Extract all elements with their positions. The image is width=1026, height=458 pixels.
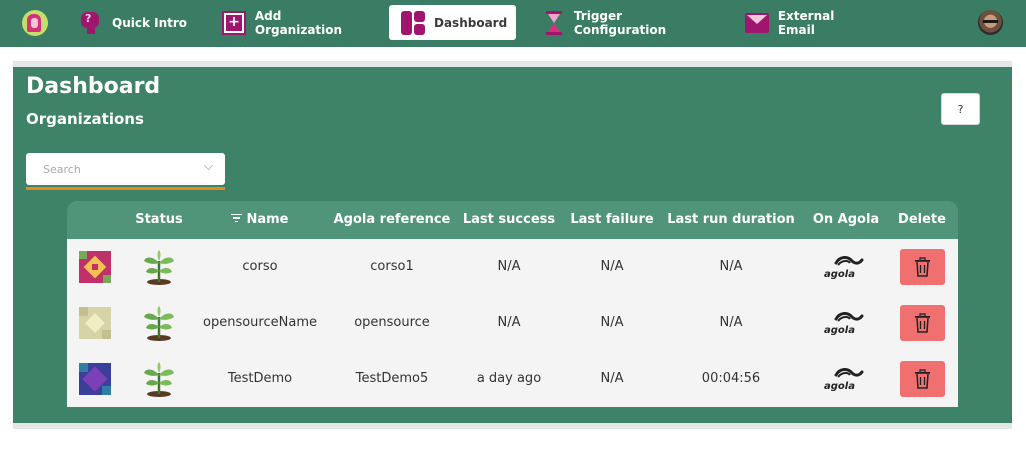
cell-last-failure: N/A [600, 315, 624, 330]
email-icon [745, 11, 769, 35]
header-agola-reference: Agola reference [333, 212, 451, 227]
nav-trigger-configuration[interactable]: Trigger Configuration [542, 5, 712, 40]
user-avatar[interactable] [978, 10, 1003, 35]
table-header: Status Name Agola reference Last success… [67, 201, 958, 239]
header-name[interactable]: Name [191, 201, 329, 239]
nav-external-email-label: External Email [777, 8, 835, 37]
svg-text:agola: agola [824, 325, 855, 335]
header-avatar [67, 201, 127, 239]
search-underline [26, 187, 225, 190]
header-delete: Delete [898, 212, 946, 227]
organization-avatar [79, 251, 111, 283]
search-dropdown[interactable]: Search [26, 153, 225, 190]
organization-avatar [79, 307, 111, 339]
delete-button[interactable] [900, 305, 945, 341]
table-row[interactable]: TestDemo TestDemo5 a day ago N/A 00:04:5… [67, 351, 958, 407]
cell-last-run-duration: 00:04:56 [701, 371, 761, 386]
svg-text:agola: agola [824, 269, 855, 279]
header-last-success: Last success [462, 212, 556, 227]
cell-last-success: a day ago [476, 371, 542, 386]
add-organization-icon: + [222, 10, 246, 35]
organization-avatar [79, 363, 111, 395]
top-navbar: ? Quick Intro + Add Organization Dashboa… [0, 0, 1026, 47]
hourglass-icon [542, 10, 565, 35]
quick-intro-icon: ? [79, 11, 103, 35]
table-body: corso corso1 N/A N/A N/A agola opensourc… [67, 239, 958, 407]
cell-agola-reference: corso1 [370, 259, 414, 274]
header-name-label: Name [246, 212, 289, 227]
agola-logo-icon[interactable]: agola [822, 255, 866, 279]
search-placeholder: Search [43, 163, 81, 176]
cell-agola-reference: TestDemo5 [355, 371, 429, 386]
cell-name[interactable]: TestDemo [191, 351, 329, 407]
trash-icon [915, 313, 930, 333]
search-input[interactable]: Search [26, 153, 225, 185]
nav-quick-intro-label: Quick Intro [112, 15, 188, 30]
header-status: Status [135, 212, 183, 227]
dashboard-icon [401, 10, 425, 35]
section-title: Organizations [26, 110, 144, 128]
agola-logo-icon[interactable]: agola [822, 311, 866, 335]
cell-name[interactable]: corso [191, 239, 329, 295]
header-on-agola: On Agola [812, 212, 880, 227]
header-last-run-duration: Last run duration [667, 212, 795, 227]
trash-icon [915, 257, 930, 277]
plant-icon [144, 306, 174, 341]
agola-logo-icon[interactable]: agola [822, 367, 866, 391]
nav-external-email[interactable]: External Email [745, 5, 875, 40]
nav-add-organization-label: Add Organization [254, 8, 343, 37]
organizations-table: Status Name Agola reference Last success… [67, 201, 958, 407]
plant-icon [144, 250, 174, 285]
nav-add-organization[interactable]: + Add Organization [222, 5, 372, 40]
cell-last-failure: N/A [600, 371, 624, 386]
chevron-down-icon[interactable] [204, 161, 213, 170]
nav-dashboard-label: Dashboard [434, 15, 508, 30]
cell-agola-reference: opensource [354, 315, 430, 330]
table-row[interactable]: opensourceName opensource N/A N/A N/A ag… [67, 295, 958, 351]
help-button[interactable]: ? [941, 93, 980, 125]
panel-bottom-divider [13, 423, 1012, 429]
sort-lines-icon[interactable] [231, 213, 243, 222]
cell-last-success: N/A [497, 315, 521, 330]
trash-icon [915, 369, 930, 389]
delete-button[interactable] [900, 249, 945, 285]
app-logo-icon[interactable] [22, 10, 48, 36]
cell-last-success: N/A [497, 259, 521, 274]
svg-text:agola: agola [824, 381, 855, 391]
table-row[interactable]: corso corso1 N/A N/A N/A agola [67, 239, 958, 295]
cell-last-failure: N/A [600, 259, 624, 274]
header-last-failure: Last failure [570, 212, 654, 227]
page-title: Dashboard [26, 74, 161, 99]
nav-trigger-configuration-label: Trigger Configuration [573, 8, 667, 37]
plant-icon [144, 362, 174, 397]
nav-quick-intro[interactable]: ? Quick Intro [79, 5, 189, 40]
cell-last-run-duration: N/A [719, 315, 743, 330]
delete-button[interactable] [900, 361, 945, 397]
cell-last-run-duration: N/A [719, 259, 743, 274]
nav-dashboard[interactable]: Dashboard [389, 5, 516, 40]
cell-name[interactable]: opensourceName [191, 295, 329, 351]
